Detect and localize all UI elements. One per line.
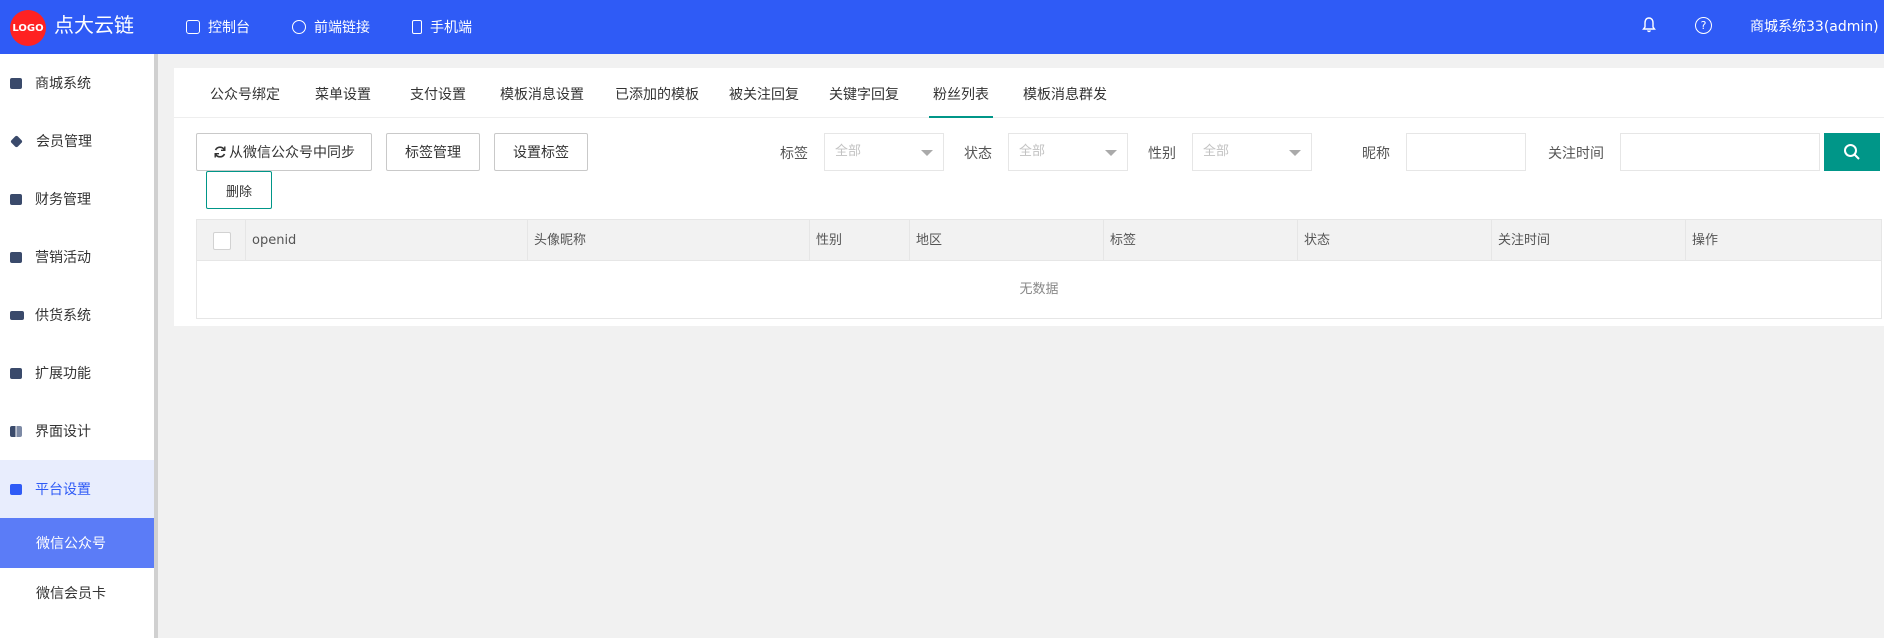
nav-mobile-label: 手机端 bbox=[430, 20, 472, 36]
sidebar: 商城系统 会员管理 财务管理 营销活动 供货系统 扩展功能 界面设计 平台设置 … bbox=[0, 54, 158, 638]
filter-follow-time-label: 关注时间 bbox=[1548, 146, 1604, 162]
tag-select-value: 全部 bbox=[835, 144, 862, 159]
user-name: 商城系统33(admin) bbox=[1750, 19, 1879, 35]
nav-frontend-links[interactable]: 前端链接 bbox=[292, 0, 370, 54]
sidebar-item-finance[interactable]: 财务管理 bbox=[0, 170, 154, 228]
status-select[interactable]: 全部 bbox=[1008, 133, 1128, 171]
tab-follow-reply[interactable]: 被关注回复 bbox=[729, 68, 799, 118]
top-bar: LOGO 点大云链 控制台 前端链接 手机端 ? 商城系统33(admin) bbox=[0, 0, 1884, 54]
monitor-icon bbox=[10, 483, 22, 495]
sidebar-subitem-wechat-official[interactable]: 微信公众号 bbox=[0, 518, 154, 568]
logo: LOGO bbox=[10, 10, 46, 46]
sidebar-item-label: 界面设计 bbox=[35, 424, 91, 440]
tag-select[interactable]: 全部 bbox=[824, 133, 944, 171]
tag-manage-button[interactable]: 标签管理 bbox=[386, 133, 480, 171]
sidebar-item-members[interactable]: 会员管理 bbox=[0, 112, 154, 170]
search-icon bbox=[1844, 144, 1860, 160]
table-header: openid 头像昵称 性别 地区 标签 状态 关注时间 操作 bbox=[197, 220, 1881, 261]
column-header-tag: 标签 bbox=[1103, 220, 1297, 261]
sidebar-subitem-label: 微信公众号 bbox=[36, 536, 106, 552]
help-icon[interactable]: ? bbox=[1695, 17, 1712, 34]
gender-select-value: 全部 bbox=[1203, 144, 1230, 159]
filter-gender-label: 性别 bbox=[1148, 146, 1176, 162]
sidebar-item-platform-settings[interactable]: 平台设置 bbox=[0, 460, 154, 518]
delete-button[interactable]: 删除 bbox=[206, 171, 272, 209]
tab-bar: 公众号绑定 菜单设置 支付设置 模板消息设置 已添加的模板 被关注回复 关键字回… bbox=[174, 68, 1884, 118]
sidebar-subitem-wechat-card[interactable]: 微信会员卡 bbox=[0, 568, 154, 618]
sidebar-item-label: 会员管理 bbox=[36, 134, 92, 150]
set-tag-button[interactable]: 设置标签 bbox=[494, 133, 588, 171]
tab-payment-settings[interactable]: 支付设置 bbox=[410, 68, 466, 118]
sidebar-item-mall[interactable]: 商城系统 bbox=[0, 54, 154, 112]
nav-frontend-links-label: 前端链接 bbox=[314, 20, 370, 36]
calendar-icon bbox=[10, 251, 22, 263]
sidebar-item-label: 商城系统 bbox=[35, 76, 91, 92]
filter-status-label: 状态 bbox=[964, 146, 992, 162]
sidebar-item-label: 供货系统 bbox=[35, 308, 91, 324]
sidebar-item-ui-design[interactable]: 界面设计 bbox=[0, 402, 154, 460]
tab-added-templates[interactable]: 已添加的模板 bbox=[615, 68, 699, 118]
sidebar-item-extensions[interactable]: 扩展功能 bbox=[0, 344, 154, 402]
diamond-icon bbox=[10, 134, 23, 148]
layout-icon bbox=[10, 425, 22, 437]
chevron-down-icon bbox=[1105, 150, 1117, 156]
filter-tag-label: 标签 bbox=[780, 146, 808, 162]
column-header-actions: 操作 bbox=[1685, 220, 1881, 261]
column-header-avatar-nickname: 头像昵称 bbox=[527, 220, 809, 261]
select-all-checkbox[interactable] bbox=[213, 232, 231, 250]
follow-time-input[interactable] bbox=[1620, 133, 1820, 171]
sidebar-subitem-label: 微信会员卡 bbox=[36, 586, 106, 602]
filter-nickname-label: 昵称 bbox=[1362, 146, 1390, 162]
tab-template-broadcast[interactable]: 模板消息群发 bbox=[1023, 68, 1107, 118]
empty-state: 无数据 bbox=[1019, 282, 1059, 297]
shop-icon bbox=[10, 77, 22, 89]
nav-dashboard-label: 控制台 bbox=[208, 20, 250, 36]
truck-icon bbox=[10, 310, 24, 320]
column-header-region: 地区 bbox=[909, 220, 1103, 261]
column-header-status: 状态 bbox=[1297, 220, 1491, 261]
refresh-icon bbox=[214, 146, 226, 158]
tab-fans-list[interactable]: 粉丝列表 bbox=[929, 68, 993, 118]
main-panel: 公众号绑定 菜单设置 支付设置 模板消息设置 已添加的模板 被关注回复 关键字回… bbox=[174, 68, 1884, 326]
nav-dashboard[interactable]: 控制台 bbox=[186, 0, 250, 54]
bell-icon[interactable] bbox=[1642, 17, 1656, 33]
column-header-follow-time: 关注时间 bbox=[1491, 220, 1685, 261]
sidebar-item-label: 营销活动 bbox=[35, 250, 91, 266]
sidebar-item-label: 平台设置 bbox=[35, 482, 91, 498]
tab-account-binding[interactable]: 公众号绑定 bbox=[210, 68, 280, 118]
sidebar-item-label: 财务管理 bbox=[35, 192, 91, 208]
nickname-input[interactable] bbox=[1406, 133, 1526, 171]
sync-button[interactable]: 从微信公众号中同步 bbox=[196, 133, 372, 171]
status-select-value: 全部 bbox=[1019, 144, 1046, 159]
finance-icon bbox=[10, 193, 22, 205]
phone-icon bbox=[412, 20, 422, 34]
chevron-down-icon bbox=[921, 150, 933, 156]
edit-icon bbox=[292, 20, 306, 34]
brand-name: 点大云链 bbox=[54, 13, 134, 37]
sync-button-label: 从微信公众号中同步 bbox=[229, 145, 355, 161]
tab-template-settings[interactable]: 模板消息设置 bbox=[500, 68, 584, 118]
nav-mobile[interactable]: 手机端 bbox=[412, 0, 472, 54]
search-button[interactable] bbox=[1824, 133, 1880, 171]
dashboard-icon bbox=[186, 20, 200, 34]
fans-table: openid 头像昵称 性别 地区 标签 状态 关注时间 操作 无数据 bbox=[196, 219, 1882, 319]
sidebar-item-label: 扩展功能 bbox=[35, 366, 91, 382]
chevron-down-icon bbox=[1289, 150, 1301, 156]
sidebar-item-supply[interactable]: 供货系统 bbox=[0, 286, 154, 344]
tab-menu-settings[interactable]: 菜单设置 bbox=[315, 68, 371, 118]
gender-select[interactable]: 全部 bbox=[1192, 133, 1312, 171]
column-header-gender: 性别 bbox=[809, 220, 909, 261]
tab-keyword-reply[interactable]: 关键字回复 bbox=[829, 68, 899, 118]
sidebar-item-marketing[interactable]: 营销活动 bbox=[0, 228, 154, 286]
puzzle-icon bbox=[10, 367, 22, 379]
column-header-openid: openid bbox=[245, 220, 527, 261]
user-menu[interactable]: 商城系统33(admin) bbox=[1750, 0, 1884, 54]
